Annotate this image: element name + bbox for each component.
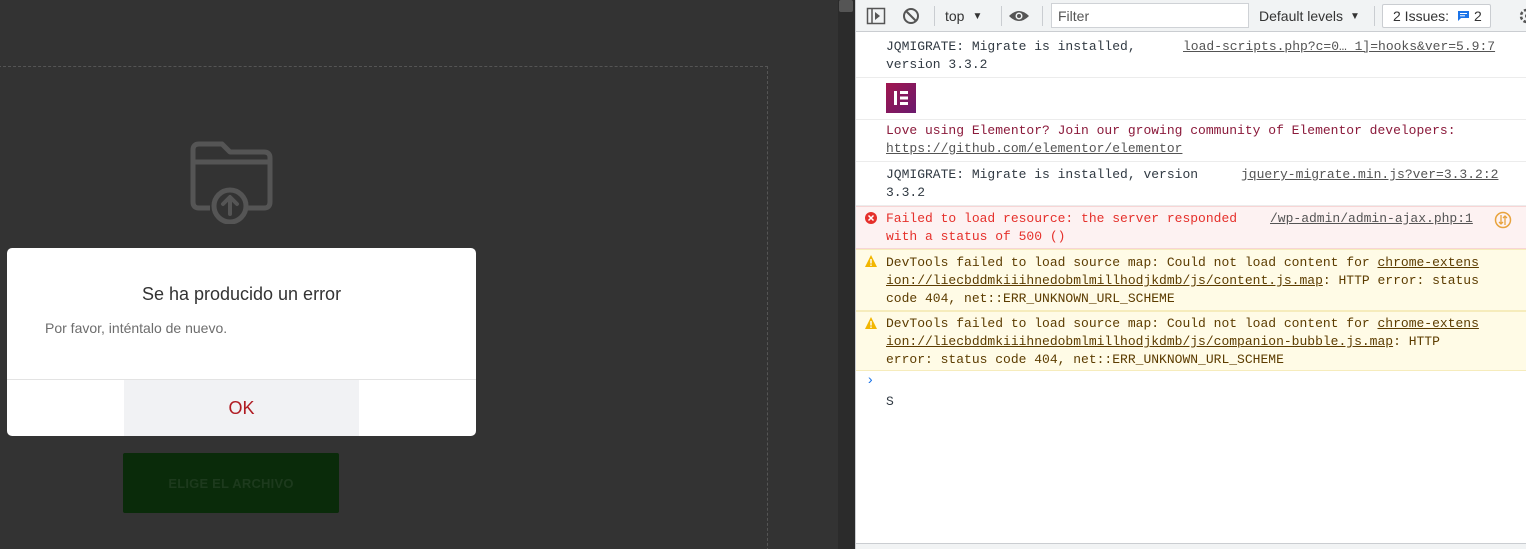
context-selector[interactable]: top ▼	[945, 0, 982, 32]
eye-icon	[1009, 11, 1029, 21]
sidebar-toggle-button[interactable]	[866, 0, 886, 32]
error-dialog: Se ha producido un error Por favor, inté…	[7, 248, 476, 436]
log-levels-label: Default levels	[1259, 8, 1344, 24]
settings-button[interactable]	[1518, 0, 1526, 32]
message-text: Love using Elementor? Join our growing c…	[886, 123, 1456, 138]
console-message	[856, 78, 1526, 120]
message-text: 3.3.2	[886, 185, 926, 200]
console-error-message: Failed to load resource: the server resp…	[856, 206, 1526, 249]
issues-count: 2	[1474, 8, 1482, 24]
dialog-title: Se ha producido un error	[141, 284, 342, 304]
message-text: : HTTP error: status	[1322, 273, 1479, 288]
network-request-icon[interactable]	[1494, 211, 1512, 229]
source-map-link[interactable]: ion://liecbddmkiiihnedobmlmillhodjkdmb/j…	[886, 273, 1323, 288]
console-warning-message: DevTools failed to load source map: Coul…	[856, 311, 1526, 371]
folder-upload-icon	[190, 141, 273, 224]
live-expression-button[interactable]	[1008, 0, 1030, 32]
source-map-link[interactable]: chrome-extens	[1377, 255, 1478, 270]
dialog-ok-button[interactable]: OK	[124, 380, 359, 436]
elementor-github-link[interactable]: https://github.com/elementor/elementor	[886, 141, 1182, 156]
console-message: JQMIGRATE: Migrate is installed, version…	[856, 33, 1526, 78]
issues-label: 2 Issues:	[1393, 8, 1450, 24]
toolbar-separator	[934, 6, 935, 26]
gear-icon	[1519, 8, 1526, 24]
source-map-link[interactable]: ion://liecbddmkiiihnedobmlmillhodjkdmb/j…	[886, 334, 1393, 349]
console-toolbar: top ▼ Default levels ▼ 2 Issues:	[856, 0, 1526, 32]
elementor-logo-icon	[886, 83, 916, 113]
toolbar-separator	[1042, 6, 1043, 26]
message-text: version 3.3.2	[886, 57, 988, 72]
message-text: JQMIGRATE: Migrate is installed,	[886, 39, 1136, 54]
message-source-link[interactable]: load-scripts.php?c=0…_1]=hooks&ver=5.9:7	[1183, 38, 1495, 56]
context-label: top	[945, 8, 965, 24]
devtools-drawer-edge	[856, 543, 1526, 549]
message-text: with a status of 500 ()	[886, 229, 1066, 244]
sidebar-toggle-icon	[866, 7, 886, 25]
page-scrollbar-thumb[interactable]	[839, 0, 853, 12]
message-text: DevTools failed to load source map: Coul…	[886, 255, 1378, 270]
message-text: error: status code 404, net::ERR_UNKNOWN…	[886, 352, 1284, 367]
filter-input[interactable]	[1051, 3, 1249, 28]
devtools-panel: top ▼ Default levels ▼ 2 Issues:	[855, 0, 1526, 549]
console-message: Love using Elementor? Join our growing c…	[856, 120, 1526, 162]
warning-icon	[865, 255, 877, 267]
source-map-link[interactable]: chrome-extens	[1377, 316, 1478, 331]
message-text: JQMIGRATE: Migrate is installed, version	[886, 167, 1199, 182]
console-warning-message: DevTools failed to load source map: Coul…	[856, 249, 1526, 311]
toolbar-separator	[1374, 6, 1375, 26]
console-prompt-input[interactable]: S	[886, 394, 894, 409]
message-text: code 404, net::ERR_UNKNOWN_URL_SCHEME	[886, 291, 1175, 306]
message-source-link[interactable]: jquery-migrate.min.js?ver=3.3.2:2	[1241, 166, 1498, 184]
message-text: : HTTP	[1393, 334, 1440, 349]
log-levels-dropdown[interactable]: Default levels ▼	[1259, 0, 1360, 32]
error-icon	[865, 212, 877, 224]
chevron-down-icon: ▼	[1350, 10, 1360, 22]
page-scrollbar[interactable]	[838, 0, 855, 549]
dialog-message: Por favor, inténtalo de nuevo.	[45, 320, 228, 336]
console-messages: JQMIGRATE: Migrate is installed, version…	[856, 33, 1526, 543]
message-text: DevTools failed to load source map: Coul…	[886, 316, 1378, 331]
console-message: JQMIGRATE: Migrate is installed, version…	[856, 162, 1526, 206]
block-icon	[903, 8, 919, 24]
warning-icon	[865, 317, 877, 329]
issues-button[interactable]: 2 Issues: 2	[1382, 4, 1491, 28]
chevron-down-icon: ▼	[972, 10, 983, 22]
message-icon	[1458, 11, 1470, 21]
issues-badge: 2	[1457, 8, 1482, 24]
message-source-link[interactable]: /wp-admin/admin-ajax.php:1	[1270, 210, 1473, 228]
message-text: Failed to load resource: the server resp…	[886, 211, 1238, 226]
toolbar-separator	[1001, 6, 1002, 26]
choose-file-button[interactable]: ELIGE EL ARCHIVO	[123, 453, 339, 513]
clear-console-button[interactable]	[902, 0, 920, 32]
prompt-chevron-icon: ›	[866, 373, 875, 389]
